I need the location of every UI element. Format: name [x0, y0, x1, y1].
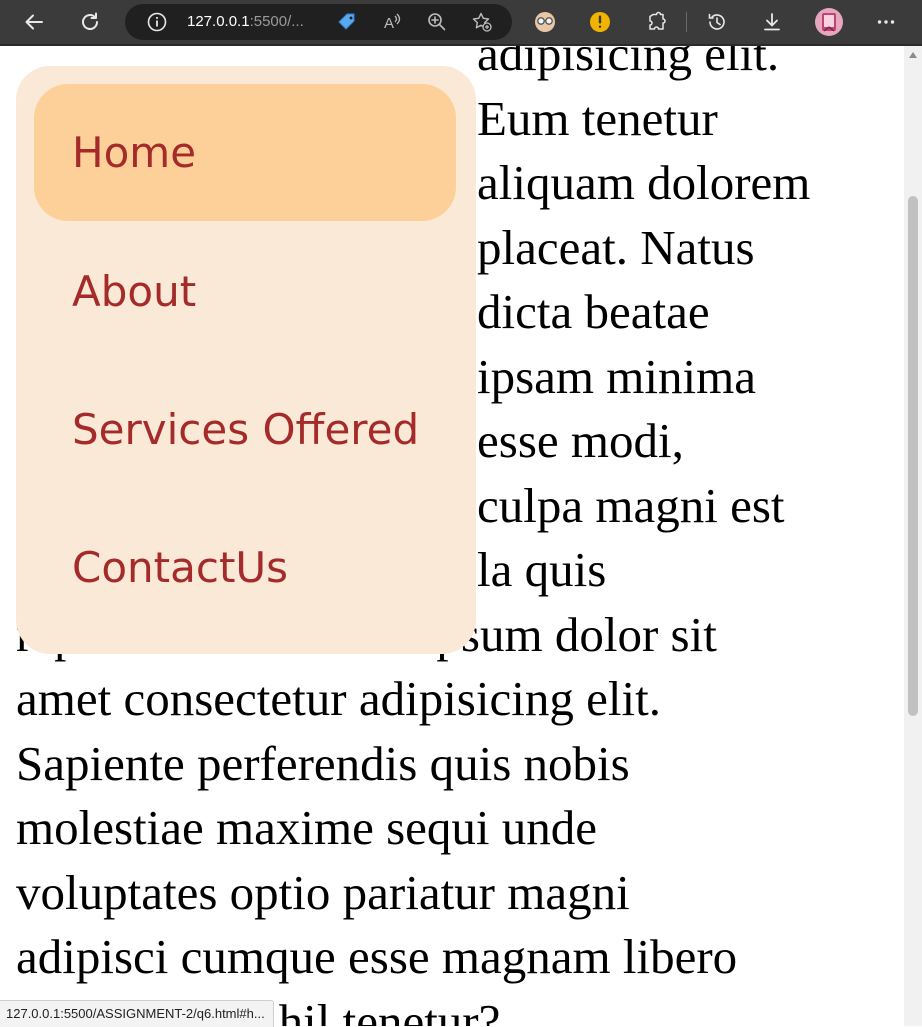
toolbar-separator	[686, 12, 687, 32]
url-text: 127.0.0.1:5500/...	[187, 13, 304, 30]
nav-item-about[interactable]: About	[34, 223, 456, 360]
svg-text:A: A	[384, 15, 394, 32]
extensions-icon[interactable]	[640, 6, 672, 38]
vertical-scrollbar[interactable]	[904, 46, 922, 1026]
text-line: voluptates optio pariatur magni	[16, 864, 630, 920]
download-icon[interactable]	[756, 6, 788, 38]
back-icon[interactable]	[18, 6, 50, 38]
tag-icon[interactable]	[331, 6, 363, 38]
nav-menu: Home About Services Offered ContactUs	[16, 66, 476, 654]
text-line: amet consectetur adipisicing elit.	[16, 671, 661, 726]
zoom-icon[interactable]	[421, 6, 453, 38]
profile-avatar[interactable]	[813, 6, 845, 38]
refresh-icon[interactable]	[74, 6, 106, 38]
more-icon[interactable]	[870, 6, 902, 38]
page-viewport: adipisicing elit. Eum tenetur aliquam do…	[0, 46, 904, 1026]
text-line: molestiae maxime sequi unde	[16, 800, 598, 855]
favorite-icon[interactable]	[466, 6, 498, 38]
nav-item-contact[interactable]: ContactUs	[34, 499, 456, 636]
browser-toolbar: 127.0.0.1:5500/... A	[0, 0, 922, 46]
read-aloud-icon[interactable]: A	[376, 6, 408, 38]
info-icon[interactable]	[141, 6, 173, 38]
scrollbar-thumb[interactable]	[908, 196, 918, 716]
nav-item-services[interactable]: Services Offered	[34, 361, 456, 498]
nav-item-home[interactable]: Home	[34, 84, 456, 221]
text-line: adipisci cumque esse magnam libero	[16, 929, 738, 984]
status-url: 127.0.0.1:5500/ASSIGNMENT-2/q6.html#h...	[0, 1000, 274, 1027]
extension-glasses-icon[interactable]	[529, 6, 561, 38]
extension-alert-icon[interactable]	[584, 6, 616, 38]
address-bar[interactable]: 127.0.0.1:5500/... A	[125, 4, 512, 40]
history-icon[interactable]	[701, 6, 733, 38]
scroll-up-icon[interactable]	[909, 52, 917, 58]
text-line: Sapiente perferendis quis nobis	[16, 735, 630, 791]
